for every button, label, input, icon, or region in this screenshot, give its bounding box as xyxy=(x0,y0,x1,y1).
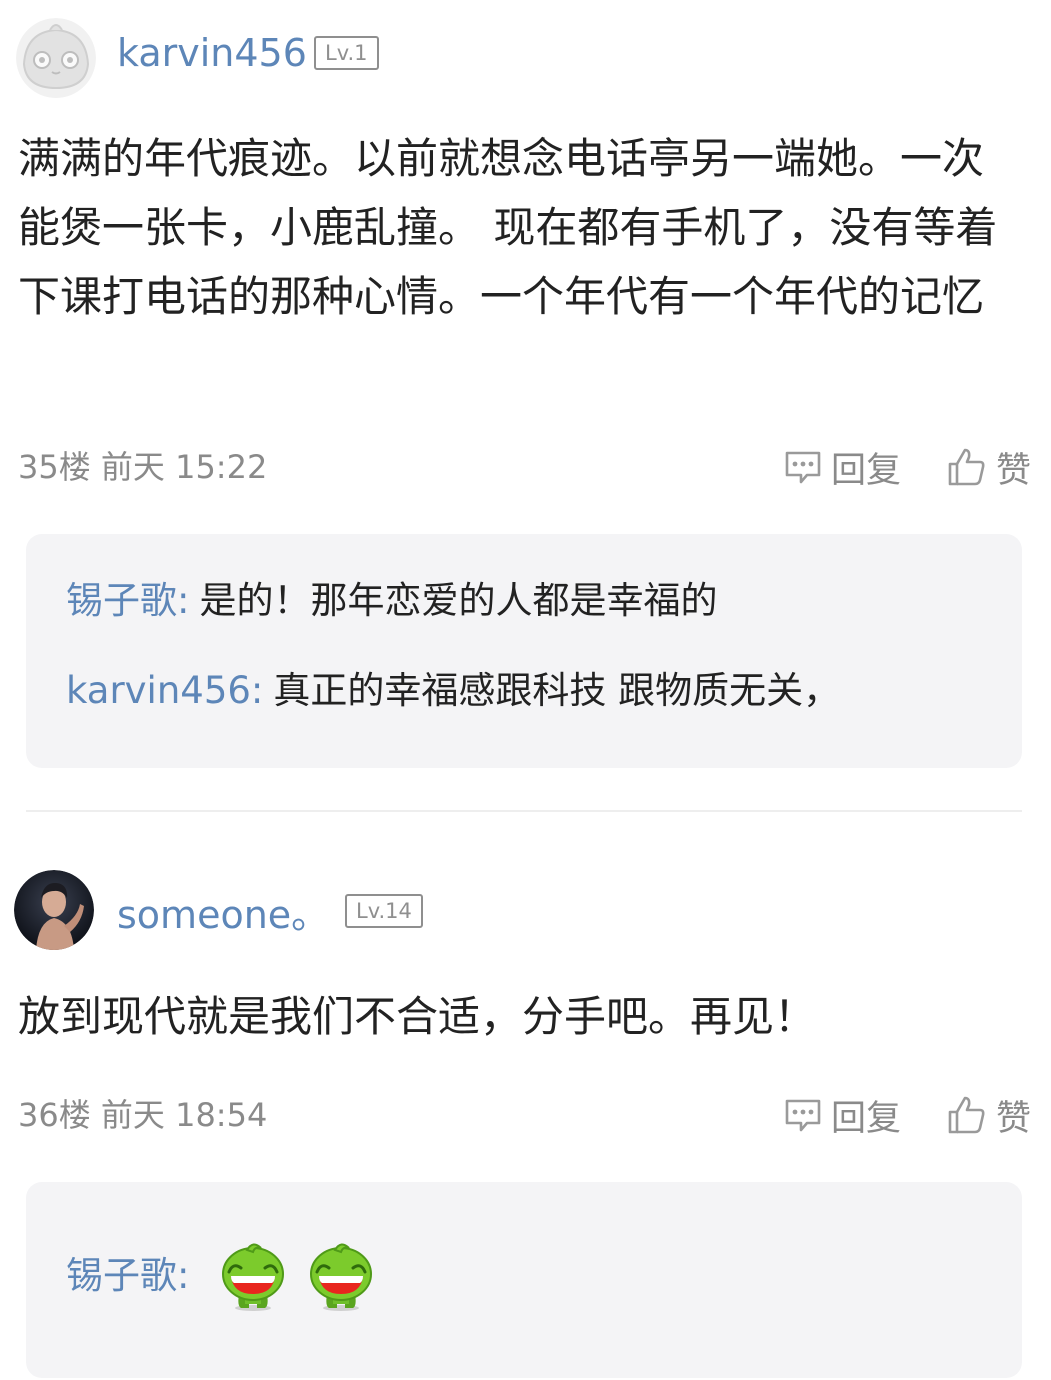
sub-reply[interactable]: 锡子歌 : 是的！那年恋爱的人都是幸福的 xyxy=(66,582,717,619)
like-label: 赞 xyxy=(995,450,1031,491)
level-badge: Lv.14 xyxy=(345,894,423,928)
sub-reply[interactable]: karvin456 : 真正的幸福感跟科技 跟物质无关， xyxy=(66,672,840,709)
comment-meta: 36楼 前天 18:54 xyxy=(18,1099,267,1131)
thumbs-up-icon xyxy=(948,1096,985,1134)
comment-icon xyxy=(785,451,821,484)
username[interactable]: karvin456 xyxy=(117,34,307,72)
sub-reply-username[interactable]: 锡子歌 xyxy=(66,582,177,619)
comment-meta: 35楼 前天 15:22 xyxy=(18,451,267,483)
user-avatar[interactable] xyxy=(14,870,94,950)
sub-reply-separator: : xyxy=(177,579,190,622)
sub-reply-username[interactable]: karvin456 xyxy=(66,672,251,709)
like-button[interactable]: 赞 xyxy=(946,442,1031,493)
reply-button[interactable]: 回复 xyxy=(783,442,901,493)
reply-label: 回复 xyxy=(830,450,901,491)
level-badge: Lv.1 xyxy=(314,36,379,70)
reply-button[interactable]: 回复 xyxy=(783,1090,901,1141)
username[interactable]: someone。 xyxy=(117,896,329,934)
comment-post: karvin456 Lv.1 满满的年代痕迹。以前就想念电话亭另一端她。一次能煲… xyxy=(0,0,1051,810)
comment-time: 前天 18:54 xyxy=(100,1096,268,1134)
comment-post: someone。 Lv.14 放到现代就是我们不合适，分手吧。再见！ 36楼 前… xyxy=(0,812,1051,1380)
floor-number: 35楼 xyxy=(18,448,91,486)
sub-reply-text: 是的！那年恋爱的人都是幸福的 xyxy=(199,579,718,622)
like-label: 赞 xyxy=(995,1098,1031,1139)
reply-label: 回复 xyxy=(830,1098,901,1139)
comment-actions: 回复 赞 xyxy=(783,442,1031,492)
comment-time: 前天 15:22 xyxy=(100,448,268,486)
sub-reply-text: 真正的幸福感跟科技 跟物质无关， xyxy=(273,669,841,712)
like-button[interactable]: 赞 xyxy=(946,1090,1031,1141)
thumbs-up-icon xyxy=(948,448,985,486)
comment-actions: 回复 赞 xyxy=(783,1090,1031,1140)
sub-reply-separator: : xyxy=(250,669,264,712)
floor-number: 36楼 xyxy=(18,1096,91,1134)
sub-reply-separator: : xyxy=(177,1253,190,1297)
comment-icon xyxy=(785,1099,821,1132)
sub-reply-username[interactable]: 锡子歌 xyxy=(66,1257,177,1294)
green-grin-emoji-icon xyxy=(310,1243,373,1311)
green-grin-emoji-icon xyxy=(222,1243,285,1311)
comment-content: 放到现代就是我们不合适，分手吧。再见！ xyxy=(18,992,817,1041)
comment-content: 满满的年代痕迹。以前就想念电话亭另一端她。一次能煲一张卡，小鹿乱撞。 现在都有手… xyxy=(18,134,998,321)
sub-replies-box: 锡子歌 : 是的！那年恋爱的人都是幸福的 karvin456 : 真正的幸福感跟… xyxy=(26,534,1022,768)
sub-replies-box: 锡子歌 : xyxy=(26,1182,1022,1378)
user-avatar[interactable] xyxy=(16,18,96,98)
sub-reply[interactable]: 锡子歌 : xyxy=(66,1238,375,1312)
